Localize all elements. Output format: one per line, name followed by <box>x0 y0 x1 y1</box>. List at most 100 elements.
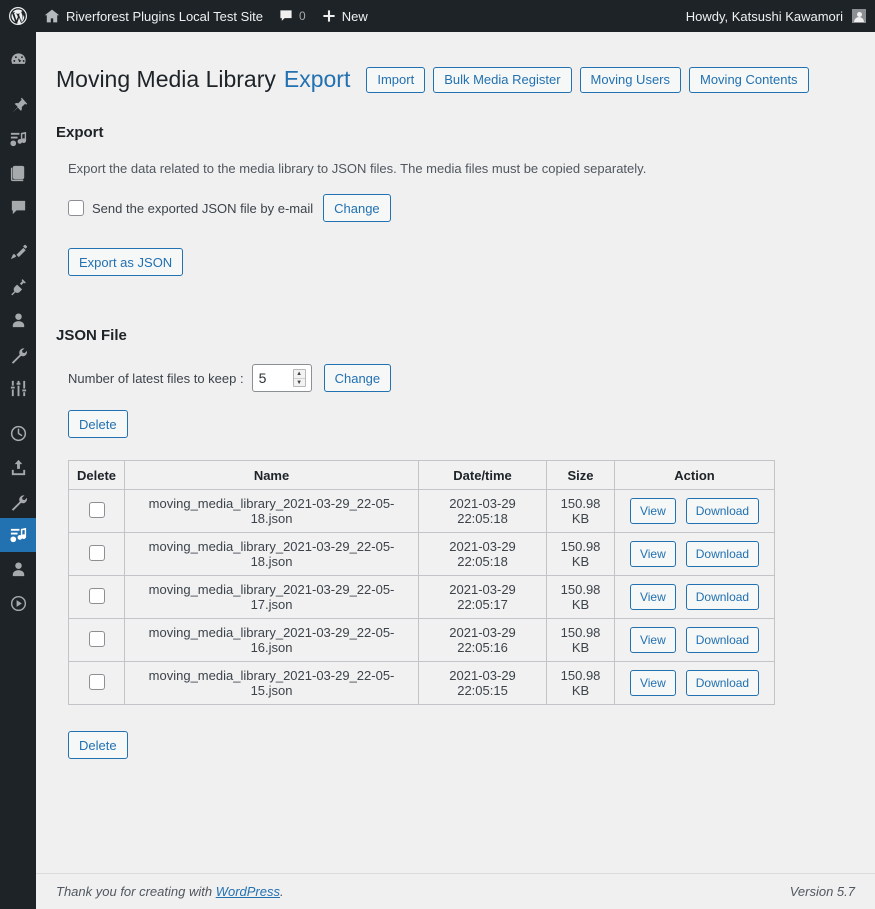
new-content-button[interactable]: New <box>314 0 376 32</box>
keep-files-label: Number of latest files to keep : <box>68 370 244 386</box>
wordpress-link[interactable]: WordPress <box>216 884 280 899</box>
wordpress-logo-button[interactable] <box>0 0 36 32</box>
sidebar-item-posts[interactable] <box>0 88 36 122</box>
content-area: Moving Media Library Export Import Bulk … <box>36 32 875 909</box>
admin-bar: Riverforest Plugins Local Test Site 0 Ne… <box>0 0 875 32</box>
table-row: moving_media_library_2021-03-29_22-05-15… <box>67 661 776 706</box>
site-name-menu[interactable]: Riverforest Plugins Local Test Site <box>36 0 271 32</box>
sidebar-item-upload[interactable] <box>0 450 36 484</box>
new-content-label: New <box>341 8 368 24</box>
keep-files-change-button[interactable]: Change <box>323 364 392 393</box>
email-option-row: Send the exported JSON file by e-mail Ch… <box>68 194 855 223</box>
row-datetime-cell: 2021-03-29 22:05:15 <box>418 661 548 706</box>
row-delete-cell <box>67 618 126 663</box>
view-button[interactable]: View <box>629 670 676 697</box>
download-button[interactable]: Download <box>685 541 760 568</box>
sidebar-item-appearance[interactable] <box>0 235 36 269</box>
stepper-down-icon[interactable]: ▼ <box>294 379 305 387</box>
howdy-label: Howdy, Katsushi Kawamori <box>685 8 843 24</box>
moving-contents-button[interactable]: Moving Contents <box>689 66 809 93</box>
media-icon <box>9 526 28 545</box>
row-delete-checkbox[interactable] <box>88 630 105 647</box>
my-account-menu[interactable]: Howdy, Katsushi Kawamori <box>678 0 875 32</box>
delete-bottom-row: Delete <box>68 731 855 760</box>
delete-button-bottom[interactable]: Delete <box>68 731 128 760</box>
sidebar-separator-2 <box>0 224 36 235</box>
download-button[interactable]: Download <box>685 584 760 611</box>
export-button-row: Export as JSON <box>68 248 855 277</box>
export-section-title: Export <box>56 123 104 141</box>
footer-thanks-suffix: . <box>280 884 284 899</box>
keep-files-stepper: ▲ ▼ <box>251 364 314 393</box>
column-header-action: Action <box>614 460 776 491</box>
download-button[interactable]: Download <box>685 498 760 525</box>
wordpress-logo-icon <box>8 6 28 26</box>
sidebar-spacer-top <box>0 32 36 43</box>
row-delete-checkbox[interactable] <box>88 501 105 518</box>
delete-button-top[interactable]: Delete <box>68 410 128 439</box>
sidebar-item-users[interactable] <box>0 303 36 337</box>
view-button[interactable]: View <box>629 541 676 568</box>
row-datetime-cell: 2021-03-29 22:05:18 <box>418 489 548 534</box>
row-action-cell: View Download <box>614 489 776 534</box>
row-delete-cell <box>67 489 126 534</box>
row-delete-cell <box>67 661 126 706</box>
view-button[interactable]: View <box>629 498 676 525</box>
sidebar-separator-3 <box>0 405 36 416</box>
row-size-cell: 150.98 KB <box>546 575 616 620</box>
pin-icon <box>9 96 28 115</box>
row-delete-checkbox[interactable] <box>88 587 105 604</box>
stepper-up-icon[interactable]: ▲ <box>293 370 305 379</box>
download-button[interactable]: Download <box>685 627 760 654</box>
home-icon <box>44 8 60 24</box>
sidebar-item-moving-media-library[interactable] <box>0 518 44 552</box>
delete-top-row: Delete <box>68 410 855 439</box>
clock-icon <box>9 424 28 443</box>
row-delete-checkbox[interactable] <box>88 544 105 561</box>
json-file-section-title: JSON File <box>56 327 127 345</box>
email-change-button[interactable]: Change <box>323 194 391 223</box>
sidebar-item-media-player[interactable] <box>0 586 36 620</box>
sidebar-separator-1 <box>0 77 36 88</box>
sidebar-item-tools[interactable] <box>0 337 36 371</box>
json-files-table: Delete Name Date/time Size Action moving… <box>67 460 776 706</box>
sidebar-item-plugin-tools[interactable] <box>0 484 36 518</box>
sidebar-item-pages[interactable] <box>0 156 36 190</box>
row-delete-cell <box>67 532 126 577</box>
sidebar-item-comments[interactable] <box>0 190 36 224</box>
row-delete-checkbox[interactable] <box>88 673 105 690</box>
stepper-buttons[interactable]: ▲ ▼ <box>292 369 306 388</box>
export-description: Export the data related to the media lib… <box>68 160 647 176</box>
send-email-checkbox[interactable] <box>68 200 84 217</box>
import-button[interactable]: Import <box>366 66 426 93</box>
sidebar-item-settings[interactable] <box>0 371 36 405</box>
pages-icon <box>9 164 28 183</box>
sidebar-item-media[interactable] <box>0 122 36 156</box>
row-delete-cell <box>67 575 126 620</box>
bulk-media-register-button[interactable]: Bulk Media Register <box>433 66 572 93</box>
view-button[interactable]: View <box>629 627 676 654</box>
download-button[interactable]: Download <box>685 670 760 697</box>
plus-icon <box>322 9 336 23</box>
row-name-cell: moving_media_library_2021-03-29_22-05-16… <box>124 618 420 663</box>
comments-count: 0 <box>299 9 306 23</box>
sidebar-item-scheduled[interactable] <box>0 416 36 450</box>
column-header-datetime: Date/time <box>418 460 548 491</box>
comments-button[interactable]: 0 <box>271 0 314 32</box>
footer-thanks-prefix: Thank you for creating with <box>56 884 216 899</box>
moving-users-button[interactable]: Moving Users <box>579 66 681 93</box>
row-name-cell: moving_media_library_2021-03-29_22-05-18… <box>124 489 420 534</box>
content-body: Moving Media Library Export Import Bulk … <box>36 32 875 760</box>
row-size-cell: 150.98 KB <box>546 661 616 706</box>
row-action-cell: View Download <box>614 661 776 706</box>
wrench-icon <box>9 492 28 511</box>
view-button[interactable]: View <box>629 584 676 611</box>
upload-icon <box>9 458 28 477</box>
sidebar-item-dashboard[interactable] <box>0 43 36 77</box>
table-row: moving_media_library_2021-03-29_22-05-18… <box>67 532 776 577</box>
sidebar-item-moving-users[interactable] <box>0 552 36 586</box>
sidebar-item-plugins[interactable] <box>0 269 36 303</box>
admin-sidebar-menu <box>0 32 44 909</box>
admin-footer: Thank you for creating with WordPress. V… <box>36 873 875 909</box>
export-as-json-button[interactable]: Export as JSON <box>68 248 184 277</box>
